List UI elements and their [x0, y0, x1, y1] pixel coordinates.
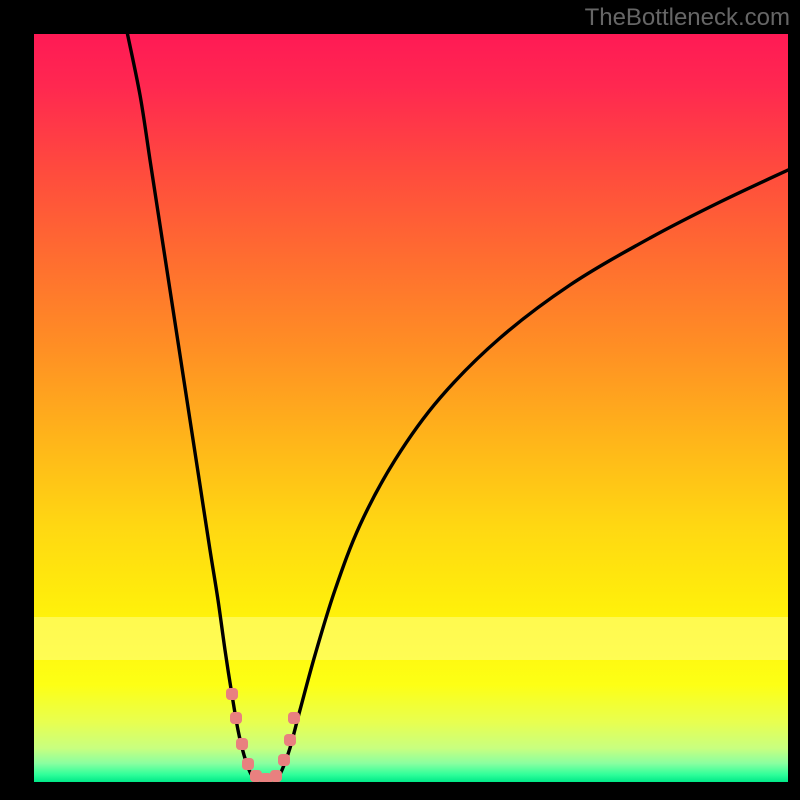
valley-marker — [230, 712, 242, 724]
chart-container: { "watermark": "TheBottleneck.com", "cha… — [0, 0, 800, 800]
valley-marker — [288, 712, 300, 724]
threshold-band — [34, 617, 788, 660]
watermark-text: TheBottleneck.com — [585, 4, 790, 32]
valley-marker — [236, 738, 248, 750]
valley-marker — [278, 754, 290, 766]
bottleneck-chart — [0, 0, 800, 800]
valley-marker — [270, 770, 282, 782]
valley-marker — [284, 734, 296, 746]
valley-marker — [226, 688, 238, 700]
valley-marker — [242, 758, 254, 770]
